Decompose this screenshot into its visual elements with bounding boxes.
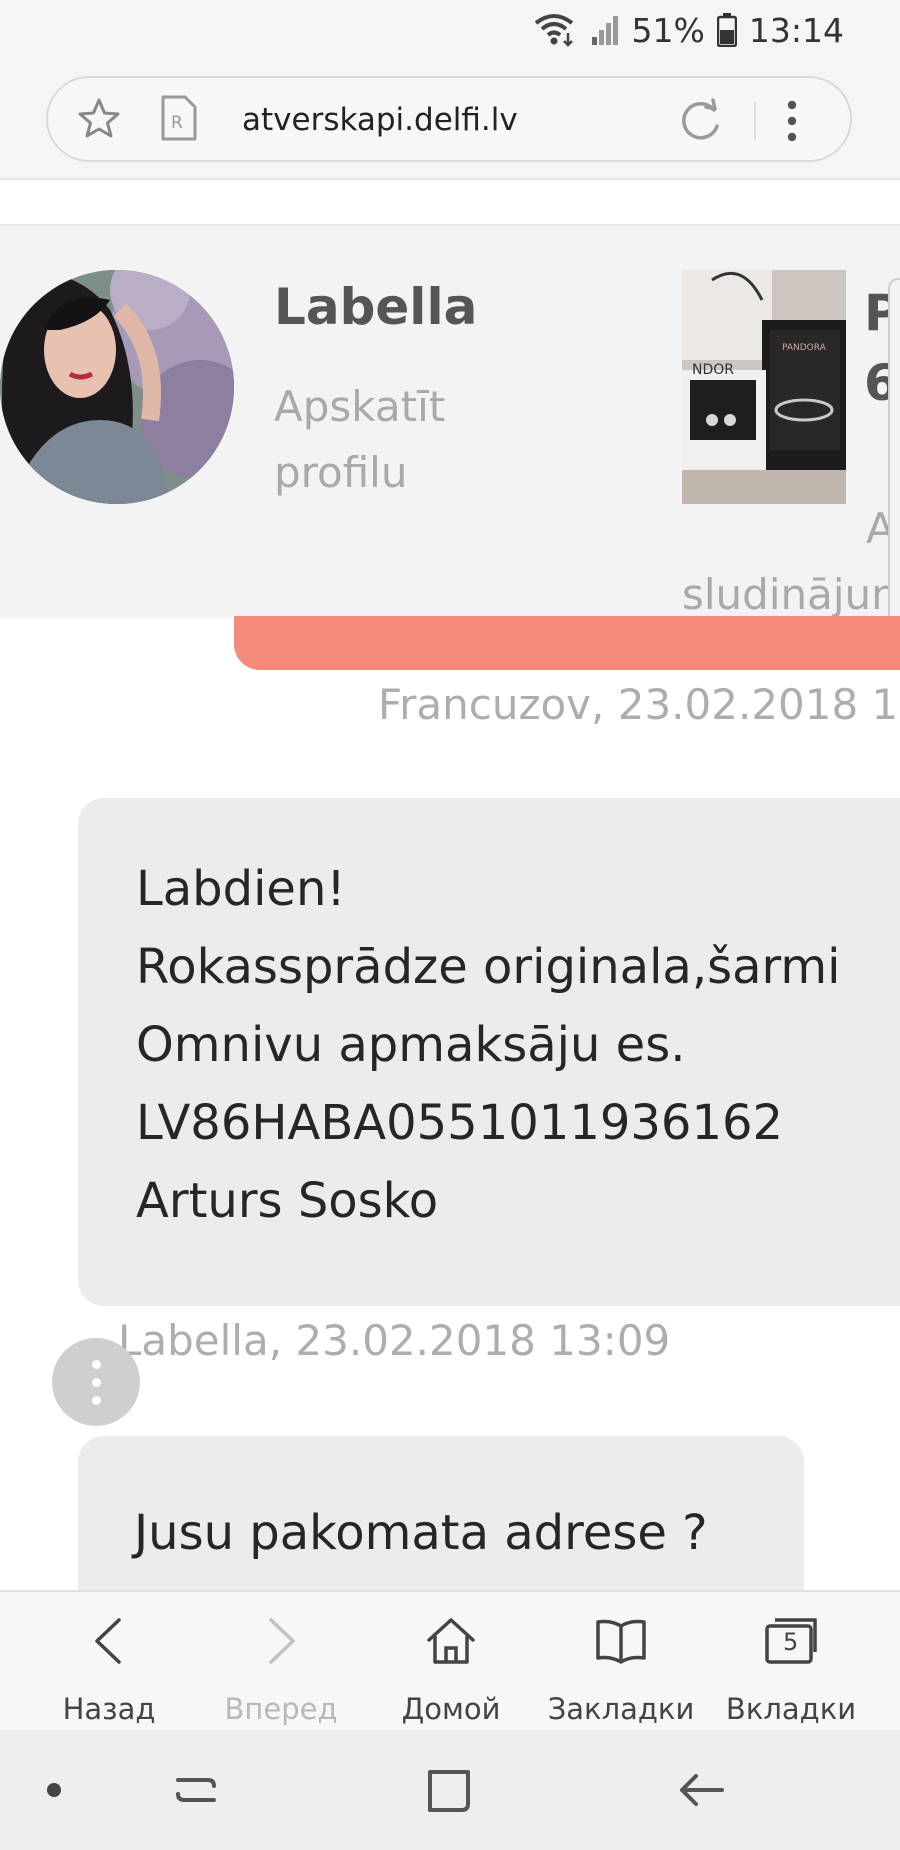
message-line: Arturs Sosko <box>136 1173 439 1229</box>
web-page: Labella Apskatīt profilu PANDORA NDOR P … <box>0 180 900 1590</box>
address-divider <box>754 102 756 140</box>
svg-text:PANDORA: PANDORA <box>782 343 827 353</box>
home-button[interactable]: Домой <box>366 1592 536 1732</box>
battery-icon <box>716 13 737 47</box>
dot-icon <box>92 1378 101 1387</box>
message-meta-received: Labella, 23.02.2018 13:09 <box>118 1316 671 1365</box>
message-text: Labdien! Rokassprādze originala,šarmi Om… <box>78 798 900 1240</box>
svg-text:NDOR: NDOR <box>692 362 734 378</box>
forward-button[interactable]: Вперед <box>196 1592 366 1732</box>
home-icon <box>427 1618 475 1664</box>
message-line: Rokassprādze originala,šarmi <box>136 939 841 995</box>
bookmarks-label: Закладки <box>547 1692 695 1726</box>
back-button[interactable]: Назад <box>24 1592 194 1732</box>
tabs-label: Вкладки <box>725 1692 857 1726</box>
home-label: Домой <box>401 1692 501 1726</box>
back-arrow-icon[interactable] <box>676 1766 726 1818</box>
address-bar[interactable]: R atverskapi.delfi.lv <box>46 76 852 162</box>
avatar[interactable] <box>0 270 234 504</box>
tabs-button[interactable]: 5 Вкладки <box>706 1592 876 1732</box>
url-text[interactable]: atverskapi.delfi.lv <box>242 98 518 142</box>
conversation-header: Labella Apskatīt profilu PANDORA NDOR P … <box>0 224 900 648</box>
floating-menu-button[interactable] <box>52 1338 140 1426</box>
signal-icon <box>590 13 620 47</box>
tabs-count: 5 <box>783 1628 799 1656</box>
product-link[interactable]: Ap sludinājum <box>682 496 900 628</box>
view-profile-link[interactable]: Apskatīt profilu <box>274 374 514 506</box>
star-icon[interactable] <box>76 96 122 146</box>
message-line: LV86HABA0551011936162 <box>136 1095 784 1151</box>
chevron-right-icon <box>269 1618 295 1664</box>
user-name[interactable]: Labella <box>274 278 477 336</box>
message-text: Jusu pakomata adrese ? <box>78 1436 804 1572</box>
home-square-icon[interactable] <box>424 1766 474 1820</box>
product-link-line-1: Ap <box>866 504 900 553</box>
back-label: Назад <box>62 1692 156 1726</box>
svg-text:R: R <box>171 113 183 133</box>
wifi-icon <box>534 13 578 47</box>
reload-icon[interactable] <box>676 96 726 150</box>
screen: 51% 13:14 R atverskapi.delfi.lv Labella … <box>0 0 900 1850</box>
reader-mode-icon[interactable]: R <box>160 94 198 146</box>
bookmarks-button[interactable]: Закладки <box>536 1592 706 1732</box>
message-line: Jusu pakomata adrese ? <box>134 1505 708 1561</box>
forward-label: Вперед <box>224 1692 338 1726</box>
header-card-edge <box>888 278 900 648</box>
system-navigation-bar <box>0 1730 900 1850</box>
received-message-bubble: Labdien! Rokassprādze originala,šarmi Om… <box>78 798 900 1306</box>
more-vert-icon[interactable] <box>780 96 804 150</box>
status-bar: 51% 13:14 <box>0 0 900 60</box>
sent-message-bubble <box>234 616 900 670</box>
battery-percent: 51% <box>631 10 705 50</box>
page-top-spacer <box>0 180 900 224</box>
dot-icon[interactable] <box>46 1782 62 1802</box>
received-message-bubble: Jusu pakomata adrese ? <box>78 1436 804 1590</box>
message-line: Labdien! <box>136 861 346 917</box>
book-icon <box>596 1619 646 1664</box>
message-meta-sent: Francuzov, 23.02.2018 1 <box>378 680 899 729</box>
dot-icon <box>92 1360 101 1369</box>
recent-apps-icon[interactable] <box>172 1766 220 1818</box>
status-icons: 51% 13:14 <box>534 10 844 50</box>
clock: 13:14 <box>748 10 844 50</box>
dot-icon <box>92 1396 101 1405</box>
message-line: Omnivu apmaksāju es. <box>136 1017 686 1073</box>
product-thumbnail[interactable]: PANDORA NDOR <box>682 270 846 504</box>
chevron-left-icon <box>95 1618 121 1664</box>
browser-address-area: R atverskapi.delfi.lv <box>0 60 900 180</box>
browser-toolbar: Назад Вперед Домой Закладки 5 Вкладки <box>0 1590 900 1730</box>
